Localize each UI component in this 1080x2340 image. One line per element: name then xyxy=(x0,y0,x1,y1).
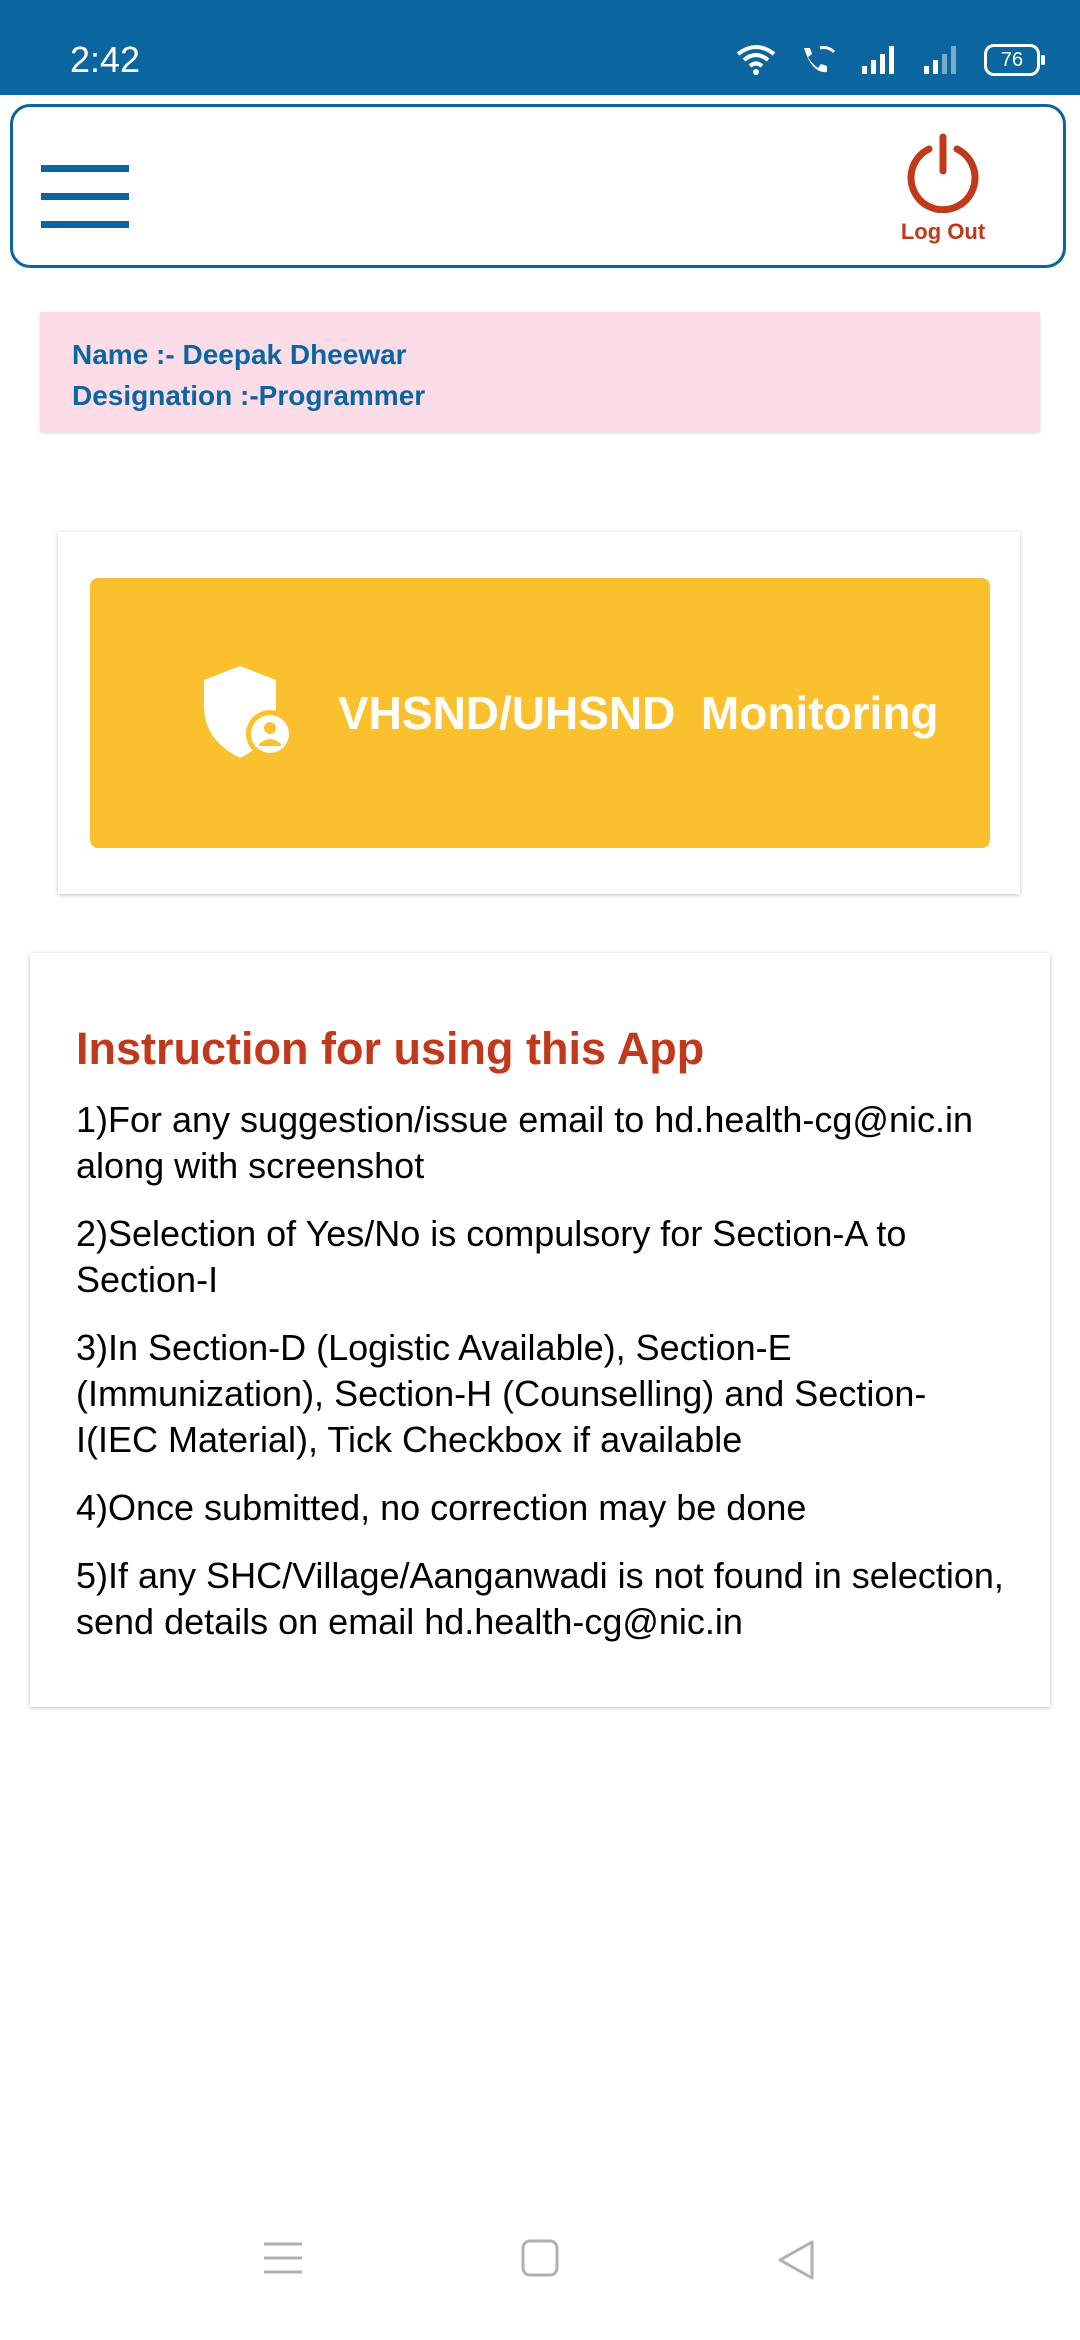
status-time: 2:42 xyxy=(70,39,141,80)
logout-label: Log Out xyxy=(900,219,986,244)
user-info-card: Name :- Deepak Dheewar Designation :-Pro… xyxy=(40,312,1040,432)
instruction-item: 4)Once submitted, no correction may be d… xyxy=(76,1487,807,1528)
instruction-item: 1)For any suggestion/issue email to hd.h… xyxy=(76,1099,974,1186)
signal-weak-icon xyxy=(924,46,956,74)
instructions-title: Instruction for using this App xyxy=(76,1023,705,1074)
wifi-icon xyxy=(736,45,776,75)
system-nav-bar xyxy=(0,2230,1080,2310)
battery-icon: 76 xyxy=(984,44,1045,76)
monitoring-button-label: VHSND/UHSND Monitoring xyxy=(338,687,939,739)
power-icon xyxy=(907,133,979,213)
recent-apps-icon[interactable] xyxy=(262,2238,304,2278)
monitoring-card: VHSND/UHSND Monitoring xyxy=(58,532,1020,894)
instruction-item: 5)If any SHC/Village/Aanganwadi is not f… xyxy=(76,1555,1004,1642)
user-name: Name :- Deepak Dheewar xyxy=(72,339,407,370)
instruction-item: 3)In Section-D (Logistic Available), Sec… xyxy=(76,1327,927,1460)
instruction-item: 2)Selection of Yes/No is compulsory for … xyxy=(76,1213,907,1300)
user-designation: Designation :-Programmer xyxy=(72,380,426,411)
hamburger-menu-icon[interactable] xyxy=(41,165,131,228)
app-header: Log Out xyxy=(10,104,1066,268)
status-bar: 2:42 76 xyxy=(0,0,1080,95)
logout-button[interactable]: Log Out xyxy=(893,133,993,245)
back-icon[interactable] xyxy=(776,2238,816,2282)
home-icon[interactable] xyxy=(520,2238,560,2278)
status-icons: 76 xyxy=(736,44,1045,76)
shield-user-icon xyxy=(204,666,294,758)
instructions-card: Instruction for using this App 1)For any… xyxy=(30,953,1050,1707)
wifi-call-icon xyxy=(804,46,836,73)
signal-icon xyxy=(862,46,894,74)
vhsnd-monitoring-button[interactable]: VHSND/UHSND Monitoring xyxy=(90,578,990,848)
